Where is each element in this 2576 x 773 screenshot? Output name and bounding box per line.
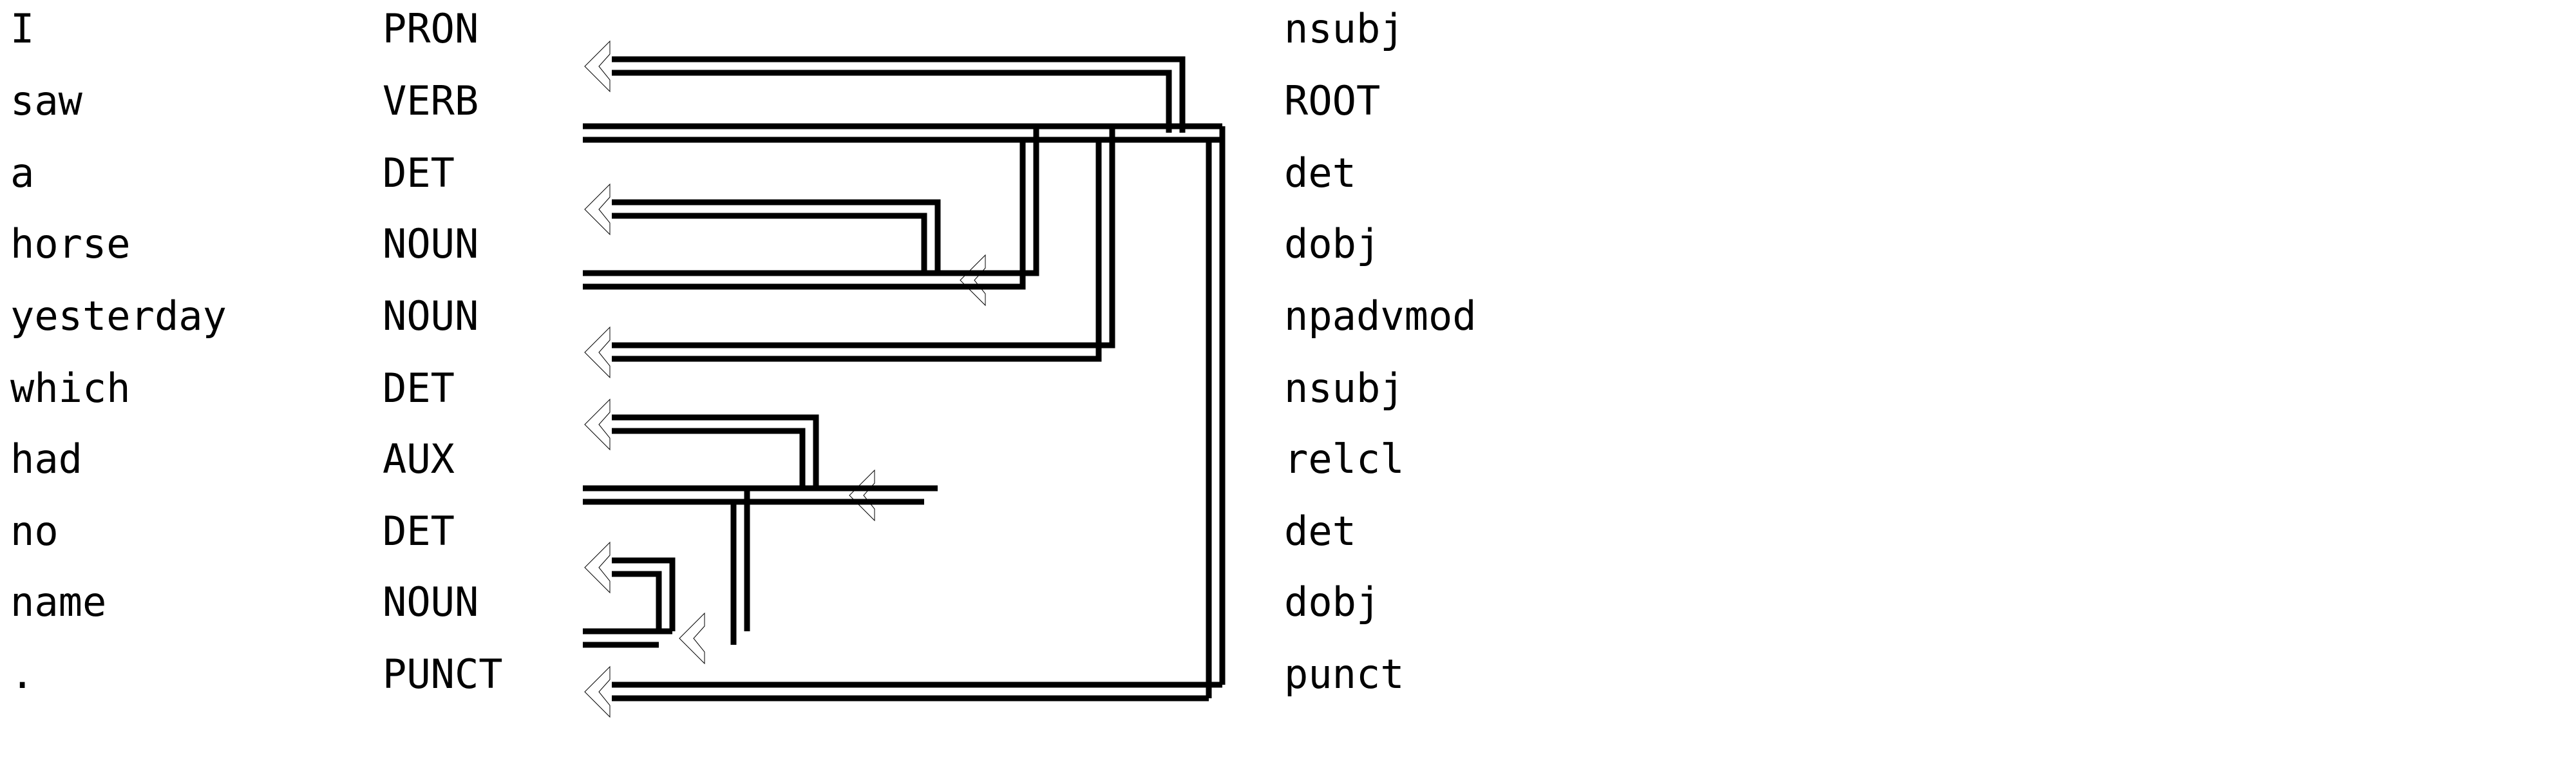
token-pos: NOUN [383, 292, 479, 339]
arc-npadvmod-yesterday [584, 126, 1115, 379]
arc-det-no [584, 541, 676, 631]
token-pos: VERB [383, 77, 479, 124]
token-word: had [10, 435, 82, 482]
token-word: name [10, 578, 107, 625]
arrowhead-icon [849, 469, 875, 522]
token-word: saw [10, 77, 82, 124]
dep-label: dobj [1284, 578, 1381, 625]
arc-relcl-had [583, 469, 938, 522]
token-word: . [10, 651, 35, 698]
arrowhead-icon [584, 665, 611, 718]
dep-label: npadvmod [1284, 292, 1477, 339]
arc-nsubj-which [584, 398, 819, 488]
dep-label: det [1284, 508, 1356, 555]
arrowhead-icon [960, 254, 986, 307]
arc-nsubj-i [584, 40, 1186, 133]
arc-dobj-name [583, 488, 750, 665]
dep-label: relcl [1284, 435, 1405, 482]
arc-punct-dot [584, 665, 1222, 718]
token-word: which [10, 365, 131, 412]
arrowhead-icon [584, 326, 611, 379]
arrowhead-icon [584, 541, 611, 594]
arrowhead-icon [584, 398, 611, 451]
token-pos: DET [383, 365, 455, 412]
dep-label: nsubj [1284, 365, 1405, 412]
arrowhead-icon [584, 40, 611, 93]
arrowhead-icon [584, 183, 611, 236]
token-pos: PRON [383, 5, 479, 52]
token-pos: DET [383, 508, 455, 555]
dep-label: ROOT [1284, 77, 1381, 124]
dependency-parse-canvas: I saw a horse yesterday which had no nam… [0, 0, 2576, 773]
token-pos: NOUN [383, 578, 479, 625]
arc-det-a [584, 183, 941, 273]
token-pos: PUNCT [383, 651, 503, 698]
token-word: I [10, 5, 35, 52]
dep-label: nsubj [1284, 5, 1405, 52]
token-word: horse [10, 220, 131, 267]
token-word: a [10, 149, 35, 196]
arrowhead-icon [679, 612, 705, 665]
token-pos: NOUN [383, 220, 479, 267]
token-pos: AUX [383, 435, 455, 482]
token-pos: DET [383, 149, 455, 196]
token-word: no [10, 508, 59, 555]
dep-label: det [1284, 149, 1356, 196]
arc-root-saw [583, 123, 1226, 698]
token-word: yesterday [10, 292, 227, 339]
dep-label: dobj [1284, 220, 1381, 267]
dep-label: punct [1284, 651, 1405, 698]
